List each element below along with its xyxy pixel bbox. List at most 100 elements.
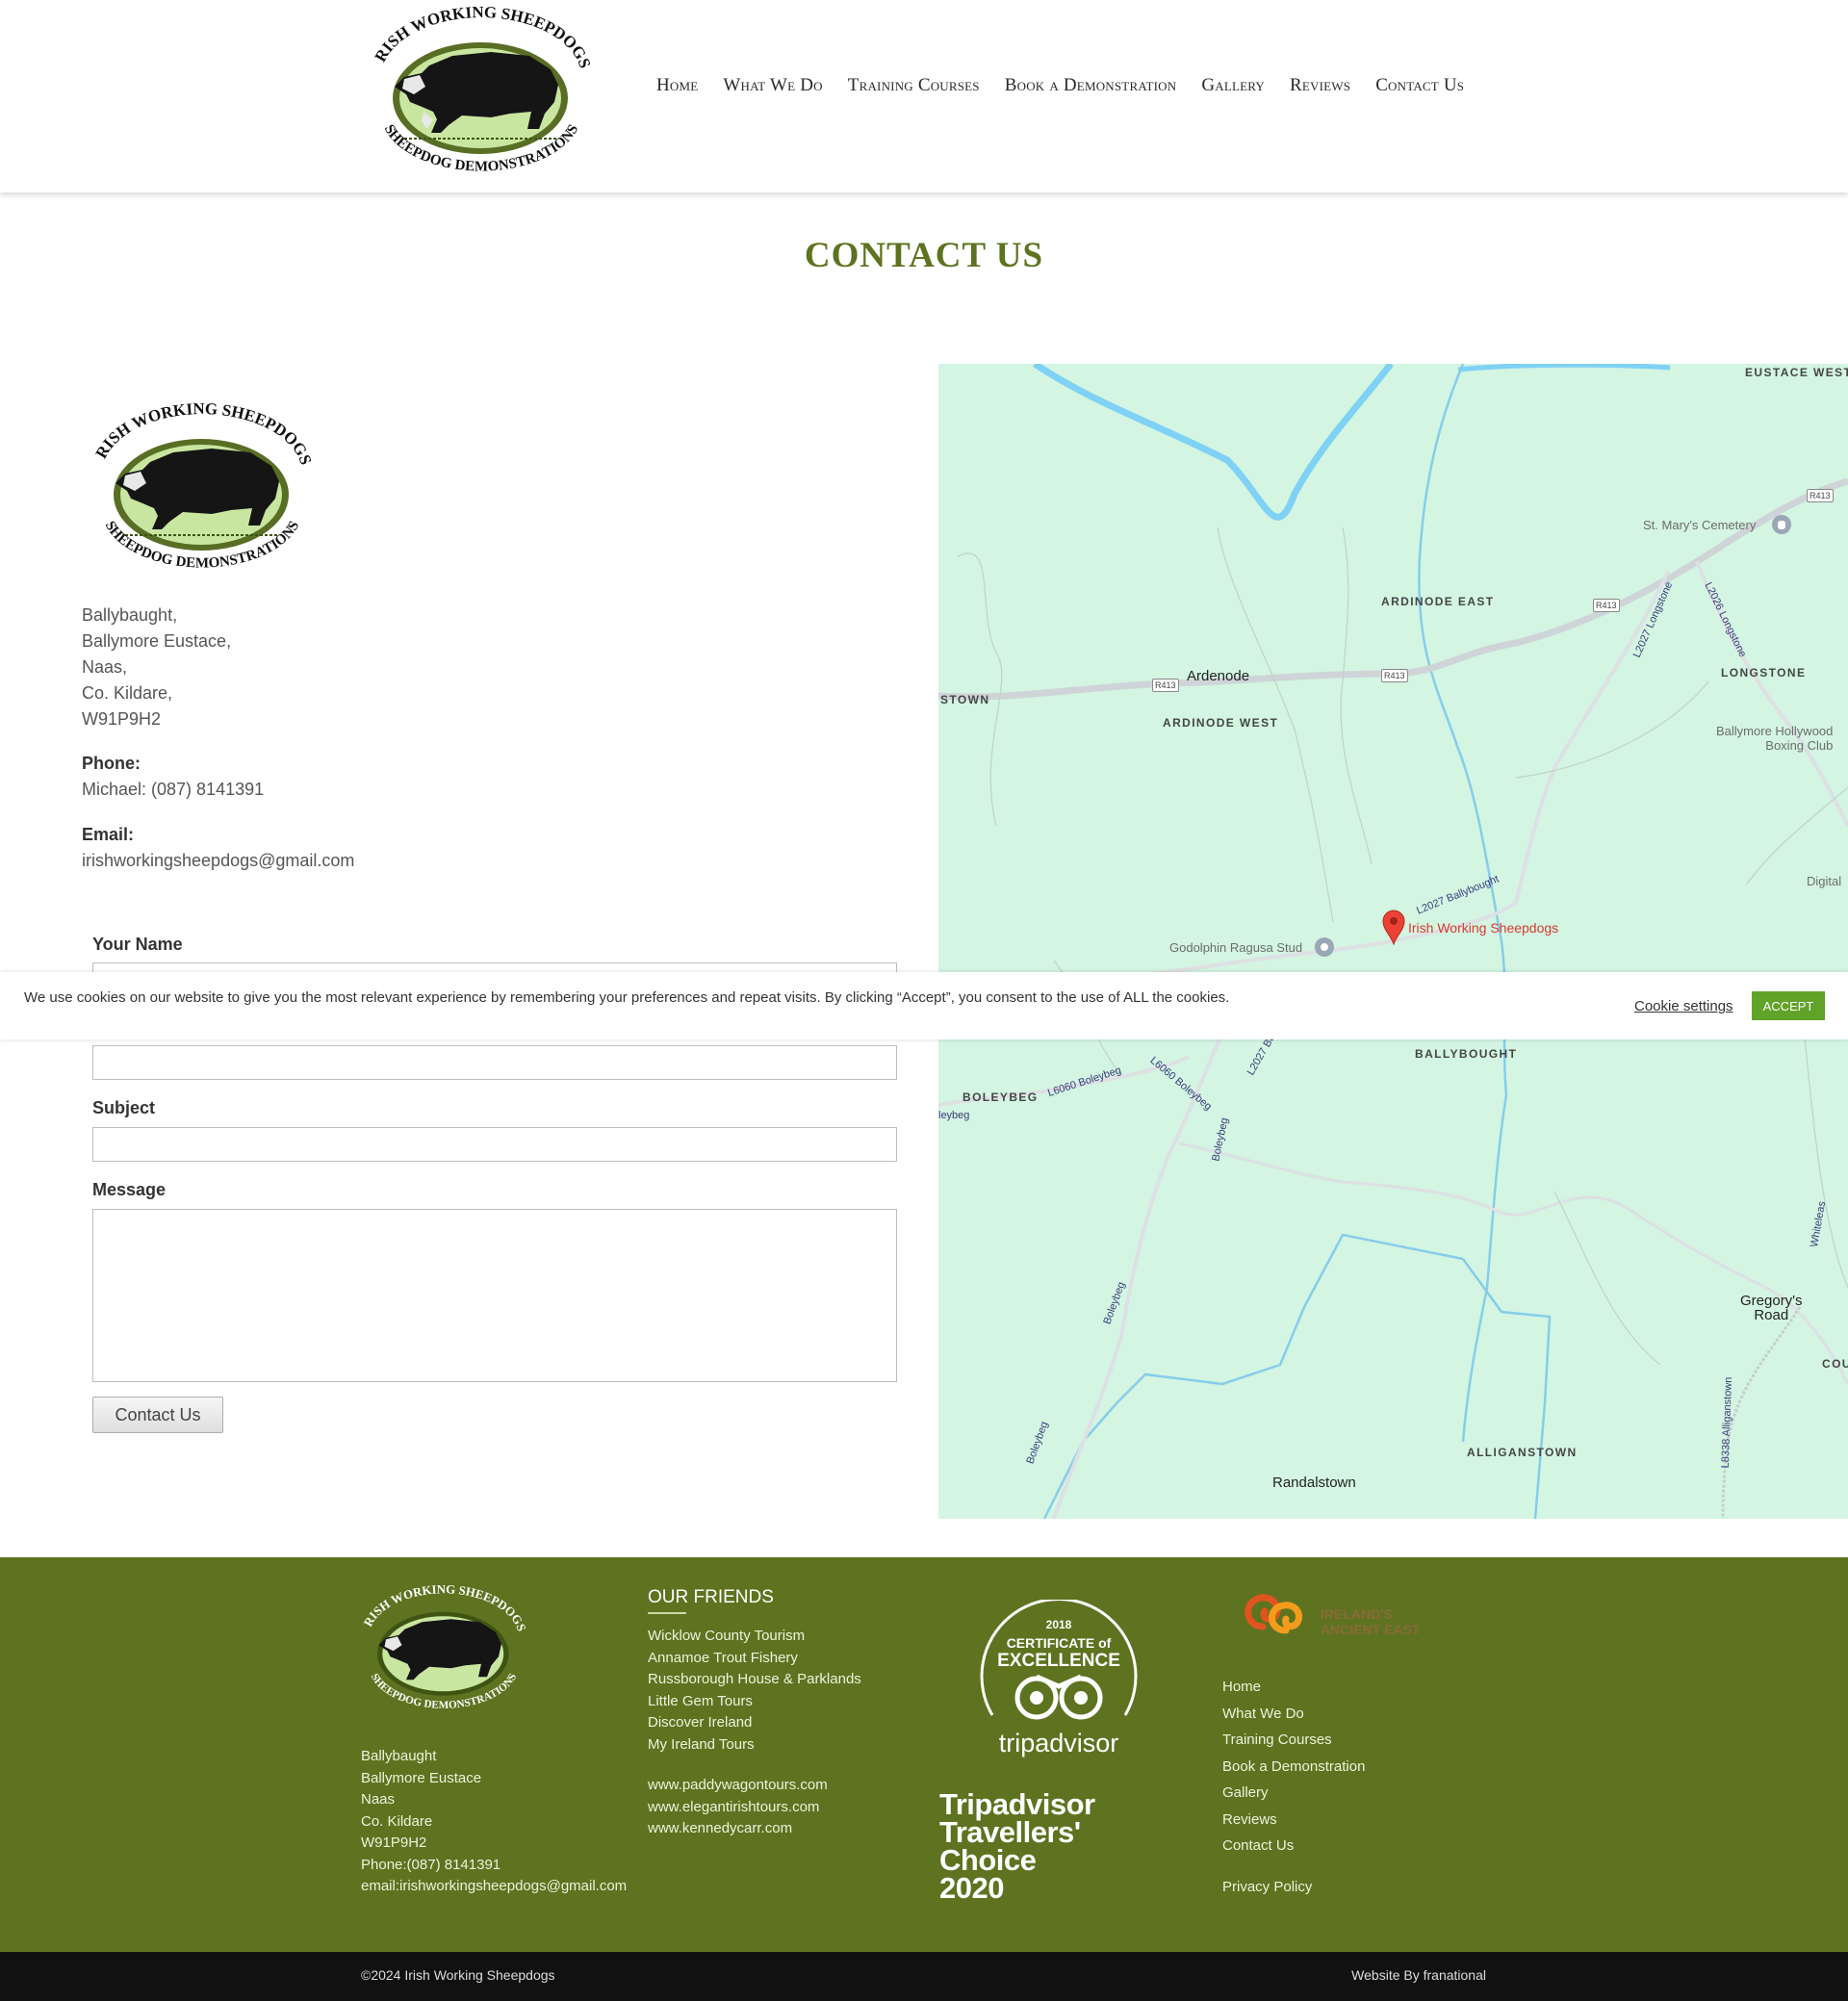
svg-text:ANCIENT EAST: ANCIENT EAST	[1321, 1622, 1421, 1637]
friend-link[interactable]: Russborough House & Parklands	[648, 1669, 861, 1691]
nav-home[interactable]: Home	[656, 75, 698, 96]
map-place: ARDINODE EAST	[1381, 595, 1495, 608]
footer-nav-what-we-do[interactable]: What We Do	[1222, 1701, 1365, 1728]
email-input[interactable]	[92, 1045, 897, 1080]
subject-input[interactable]	[92, 1127, 897, 1162]
email-value[interactable]: irishworkingsheepdogs@gmail.com	[82, 848, 354, 874]
contact-logo: IRISH WORKING SHEEPDOGS SHEEPDOG DEMONST…	[84, 388, 318, 581]
email-label: Email:	[82, 825, 135, 844]
map-place: Digital	[1807, 874, 1842, 888]
footer-logo: IRISH WORKING SHEEPDOGS SHEEPDOG DEMONST…	[355, 1574, 530, 1719]
owl-icon	[1014, 1674, 1103, 1720]
friend-url-link[interactable]: www.kennedycarr.com	[648, 1818, 828, 1840]
cookie-accept-button[interactable]: ACCEPT	[1752, 991, 1825, 1020]
nav-what-we-do[interactable]: What We Do	[723, 75, 822, 96]
google-map[interactable]: Irish Working Sheepdogs EUSTACE WEST St.…	[938, 364, 1848, 1519]
tripadvisor-certificate[interactable]: 2018 CERTIFICATE of EXCELLENCE tripadvis…	[977, 1598, 1141, 1763]
footer-nav-contact-us[interactable]: Contact Us	[1222, 1833, 1365, 1860]
nav-training-courses[interactable]: Training Courses	[848, 75, 980, 96]
map-place: COU	[1822, 1357, 1848, 1371]
map-place: ARDINODE WEST	[1163, 716, 1279, 730]
stud-farm-icon	[1315, 937, 1334, 957]
copyright: ©2024 Irish Working Sheepdogs	[361, 1967, 555, 1983]
friend-url-link[interactable]: www.paddywagontours.com	[648, 1775, 828, 1797]
footer-address: Ballybaught Ballymore Eustace Naas Co. K…	[361, 1746, 627, 1898]
footer-nav-reviews[interactable]: Reviews	[1222, 1807, 1365, 1834]
friend-url-link[interactable]: www.elegantirishtours.com	[648, 1797, 828, 1819]
nav-book-demonstration[interactable]: Book a Demonstration	[1005, 75, 1177, 96]
map-place: BOLEYBEG	[962, 1090, 1039, 1104]
travellers-choice-badge: Tripadvisor Travellers' Choice 2020	[939, 1787, 1095, 1905]
map-place: EUSTACE WEST	[1745, 366, 1848, 379]
phone-value[interactable]: Michael: (087) 8141391	[82, 777, 264, 803]
message-label: Message	[92, 1180, 167, 1199]
footer-privacy-policy[interactable]: Privacy Policy	[1222, 1874, 1365, 1901]
map-place: Godolphin Ragusa Stud	[1169, 940, 1303, 955]
svg-text:tripadvisor: tripadvisor	[999, 1729, 1119, 1757]
address-line: Ballymore Eustace,	[82, 631, 232, 651]
footer-nav-training-courses[interactable]: Training Courses	[1222, 1727, 1365, 1754]
contact-address: Ballybaught, Ballymore Eustace, Naas, Co…	[82, 603, 231, 732]
friend-link[interactable]: Discover Ireland	[648, 1712, 861, 1734]
footer-address-line: W91P9H2	[361, 1834, 427, 1851]
footer-phone: Phone:(087) 8141391	[361, 1856, 501, 1873]
site-footer	[0, 1557, 1848, 1952]
map-place: Ballymore Hollywood Boxing Club	[1716, 724, 1834, 753]
map-place: BALLYBOUGHT	[1415, 1047, 1518, 1061]
cemetery-icon	[1772, 515, 1791, 534]
map-marker-label[interactable]: Irish Working Sheepdogs	[1408, 920, 1558, 936]
footer-nav: Home What We Do Training Courses Book a …	[1222, 1674, 1365, 1900]
address-line: Co. Kildare,	[82, 683, 173, 703]
road-badge: R413	[1807, 489, 1834, 502]
footer-email[interactable]: email:irishworkingsheepdogs@gmail.com	[361, 1876, 627, 1898]
bottom-bar	[0, 1952, 1848, 2001]
header-logo[interactable]: IRISH WORKING SHEEPDOGS SHEEPDOG DEMONST…	[363, 0, 597, 185]
map-place: LONGSTONE	[1721, 666, 1807, 680]
footer-nav-home[interactable]: Home	[1222, 1674, 1365, 1701]
name-label: Your Name	[92, 935, 183, 954]
map-place: Gregory's Road	[1740, 1293, 1803, 1323]
contact-submit-button[interactable]: Contact Us	[92, 1397, 223, 1433]
page-title: CONTACT US	[804, 236, 1044, 275]
footer-address-line: Naas	[361, 1791, 396, 1808]
nav-contact-us[interactable]: Contact Us	[1375, 75, 1464, 96]
road-badge: R413	[1593, 599, 1620, 612]
svg-text:2018: 2018	[1046, 1618, 1072, 1631]
friend-link[interactable]: Little Gem Tours	[648, 1691, 861, 1713]
footer-nav-gallery[interactable]: Gallery	[1222, 1780, 1365, 1807]
subject-label: Subject	[92, 1098, 156, 1117]
nav-gallery[interactable]: Gallery	[1201, 75, 1265, 96]
svg-text:IRELAND'S: IRELAND'S	[1321, 1606, 1393, 1622]
friend-urls: www.paddywagontours.com www.elegantirish…	[648, 1775, 828, 1840]
map-place: ALLIGANSTOWN	[1467, 1446, 1578, 1459]
footer-address-line: Ballybaught	[361, 1748, 437, 1764]
map-road: leybeg	[938, 1110, 970, 1121]
svg-text:EXCELLENCE: EXCELLENCE	[997, 1651, 1120, 1671]
road-badge: R413	[1381, 669, 1408, 682]
cookie-text: We use cookies on our website to give yo…	[24, 989, 1230, 1006]
road-badge: R413	[1152, 679, 1179, 692]
friends-heading-underline	[648, 1612, 686, 1614]
cookie-settings-link[interactable]: Cookie settings	[1634, 998, 1733, 1014]
map-marker-icon[interactable]	[1381, 909, 1406, 945]
map-place: Ardenode	[1187, 668, 1250, 684]
footer-address-line: Ballymore Eustace	[361, 1769, 482, 1786]
irelands-ancient-east-logo[interactable]: IRELAND'S ANCIENT EAST	[1236, 1588, 1438, 1650]
phone-label: Phone:	[82, 754, 141, 773]
nav-reviews[interactable]: Reviews	[1290, 75, 1350, 96]
main-nav: Home What We Do Training Courses Book a …	[656, 75, 1489, 96]
address-line: W91P9H2	[82, 709, 162, 729]
friend-link[interactable]: Annamoe Trout Fishery	[648, 1648, 861, 1670]
friends-heading: OUR FRIENDS	[648, 1587, 774, 1607]
footer-nav-book-demonstration[interactable]: Book a Demonstration	[1222, 1754, 1365, 1781]
friend-link[interactable]: My Ireland Tours	[648, 1734, 861, 1757]
address-line: Ballybaught,	[82, 605, 178, 625]
message-textarea[interactable]	[92, 1209, 897, 1382]
site-header: IRISH WORKING SHEEPDOGS SHEEPDOG DEMONST…	[0, 0, 1848, 192]
cookie-banner: We use cookies on our website to give yo…	[0, 972, 1848, 1039]
map-place: St. Mary's Cemetery	[1643, 518, 1757, 532]
footer-address-line: Co. Kildare	[361, 1812, 433, 1830]
friends-list: Wicklow County Tourism Annamoe Trout Fis…	[648, 1626, 861, 1756]
website-credit[interactable]: Website By franational	[1351, 1967, 1486, 1983]
friend-link[interactable]: Wicklow County Tourism	[648, 1626, 861, 1648]
